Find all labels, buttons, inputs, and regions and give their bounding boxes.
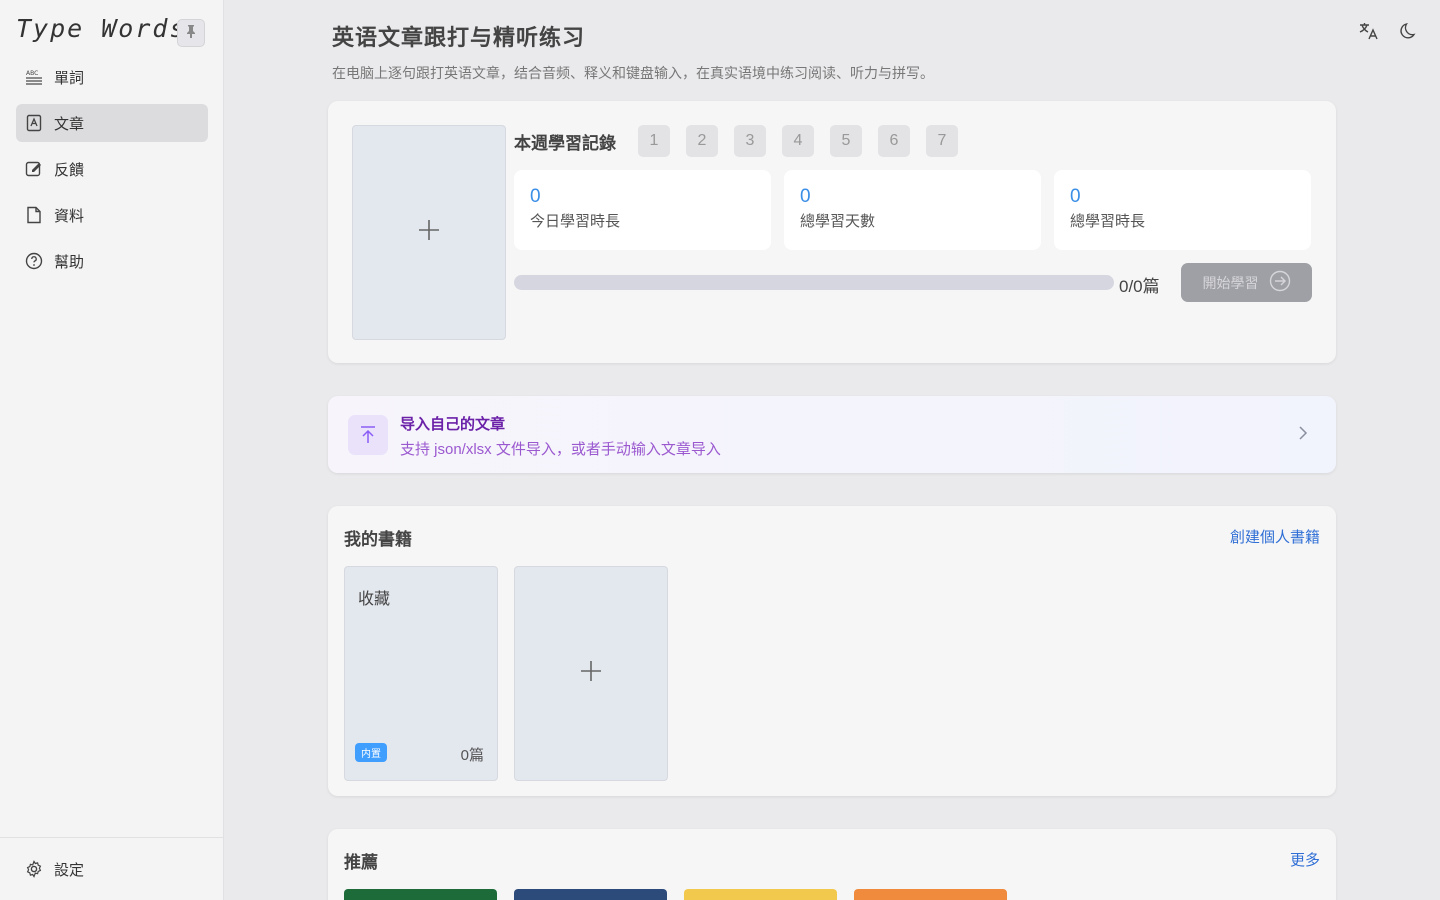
sidebar-item-label: 資料 <box>54 207 85 225</box>
day-badge: 3 <box>734 125 766 157</box>
plus-icon <box>579 659 603 688</box>
import-title: 导入自己的文章 <box>400 416 506 433</box>
recommended-book-cover[interactable] <box>514 889 667 900</box>
recommended-book-cover[interactable] <box>854 889 1007 900</box>
recommended-book-cover[interactable] <box>344 889 497 900</box>
day-badge: 6 <box>878 125 910 157</box>
book-tile-favorites[interactable]: 收藏 内置 0篇 <box>344 566 498 781</box>
svg-text:ABC: ABC <box>26 70 38 77</box>
translate-icon <box>1358 21 1380 46</box>
app-logo: Type Words <box>16 14 187 43</box>
moon-icon <box>1399 21 1419 46</box>
day-badge: 7 <box>926 125 958 157</box>
plus-icon <box>417 218 441 247</box>
stat-today-time: 0 今日學習時長 <box>514 170 771 250</box>
my-books-card: 我的書籍 創建個人書籍 收藏 内置 0篇 <box>328 506 1336 796</box>
day-badge: 4 <box>782 125 814 157</box>
stat-label: 總學習天數 <box>800 213 876 230</box>
progress-text: 0/0篇 <box>1119 277 1160 296</box>
stat-total-days: 0 總學習天數 <box>784 170 1041 250</box>
stat-label: 總學習時長 <box>1070 213 1146 230</box>
chevron-right-icon <box>1298 425 1308 446</box>
abc-icon: ABC <box>25 68 43 86</box>
pin-icon <box>185 24 197 43</box>
article-icon <box>25 114 43 132</box>
start-study-button[interactable]: 開始學習 <box>1181 263 1312 302</box>
more-link[interactable]: 更多 <box>1290 849 1320 870</box>
study-stats-card: 本週學習記錄 1 2 3 4 5 6 7 0 今日學習時長 0 總學習天數 0 … <box>328 101 1336 363</box>
add-book-button[interactable] <box>514 566 668 781</box>
sidebar-item-label: 幫助 <box>54 253 85 271</box>
my-books-title: 我的書籍 <box>344 530 412 549</box>
import-articles-card[interactable]: 导入自己的文章 支持 json/xlsx 文件导入，或者手动输入文章导入 <box>328 396 1336 473</box>
dark-mode-toggle[interactable] <box>1398 22 1420 44</box>
gear-icon <box>25 860 43 878</box>
settings-label: 設定 <box>54 861 85 879</box>
builtin-badge: 内置 <box>355 743 387 762</box>
page-subtitle: 在电脑上逐句跟打英语文章，结合音频、释义和键盘输入，在真实语境中练习阅读、听力与… <box>332 65 934 81</box>
recommend-title: 推薦 <box>344 853 378 872</box>
sidebar-item-articles[interactable]: 文章 <box>16 104 208 142</box>
sidebar-item-words[interactable]: ABC 單詞 <box>16 58 208 96</box>
translate-button[interactable] <box>1358 22 1380 44</box>
sidebar-item-label: 反饋 <box>54 161 85 179</box>
sidebar-item-feedback[interactable]: 反饋 <box>16 150 208 188</box>
recommended-book-cover[interactable] <box>684 889 837 900</box>
progress-bar <box>514 275 1114 290</box>
help-icon <box>25 252 43 270</box>
page-title: 英语文章跟打与精听练习 <box>332 25 586 50</box>
stat-value: 0 <box>1070 186 1081 207</box>
start-study-label: 開始學習 <box>1202 274 1259 291</box>
stat-value: 0 <box>530 186 541 207</box>
day-badge: 1 <box>638 125 670 157</box>
arrow-right-circle-icon <box>1269 270 1291 295</box>
import-subtitle: 支持 json/xlsx 文件导入，或者手动输入文章导入 <box>400 441 721 458</box>
book-count: 0篇 <box>460 747 484 764</box>
sidebar-nav: ABC 單詞 文章 反饋 資料 幫助 <box>16 58 208 288</box>
feedback-icon <box>25 160 43 178</box>
sidebar: Type Words ABC 單詞 文章 反饋 資料 幫助 設定 <box>0 0 224 900</box>
upload-icon <box>348 415 388 455</box>
stat-total-time: 0 總學習時長 <box>1054 170 1311 250</box>
select-book-button[interactable] <box>352 125 506 340</box>
recommend-card: 推薦 更多 <box>328 829 1336 900</box>
sidebar-item-label: 文章 <box>54 115 85 133</box>
sidebar-item-label: 單詞 <box>54 69 85 87</box>
stat-value: 0 <box>800 186 811 207</box>
document-icon <box>25 206 43 224</box>
pin-sidebar-button[interactable] <box>177 19 205 47</box>
sidebar-item-resources[interactable]: 資料 <box>16 196 208 234</box>
sidebar-item-help[interactable]: 幫助 <box>16 242 208 280</box>
week-record-label: 本週學習記錄 <box>514 134 616 153</box>
sidebar-item-settings[interactable]: 設定 <box>0 837 224 900</box>
stat-label: 今日學習時長 <box>530 213 621 230</box>
create-book-link[interactable]: 創建個人書籍 <box>1230 526 1320 547</box>
book-name: 收藏 <box>358 591 391 608</box>
day-badge: 2 <box>686 125 718 157</box>
day-badge: 5 <box>830 125 862 157</box>
